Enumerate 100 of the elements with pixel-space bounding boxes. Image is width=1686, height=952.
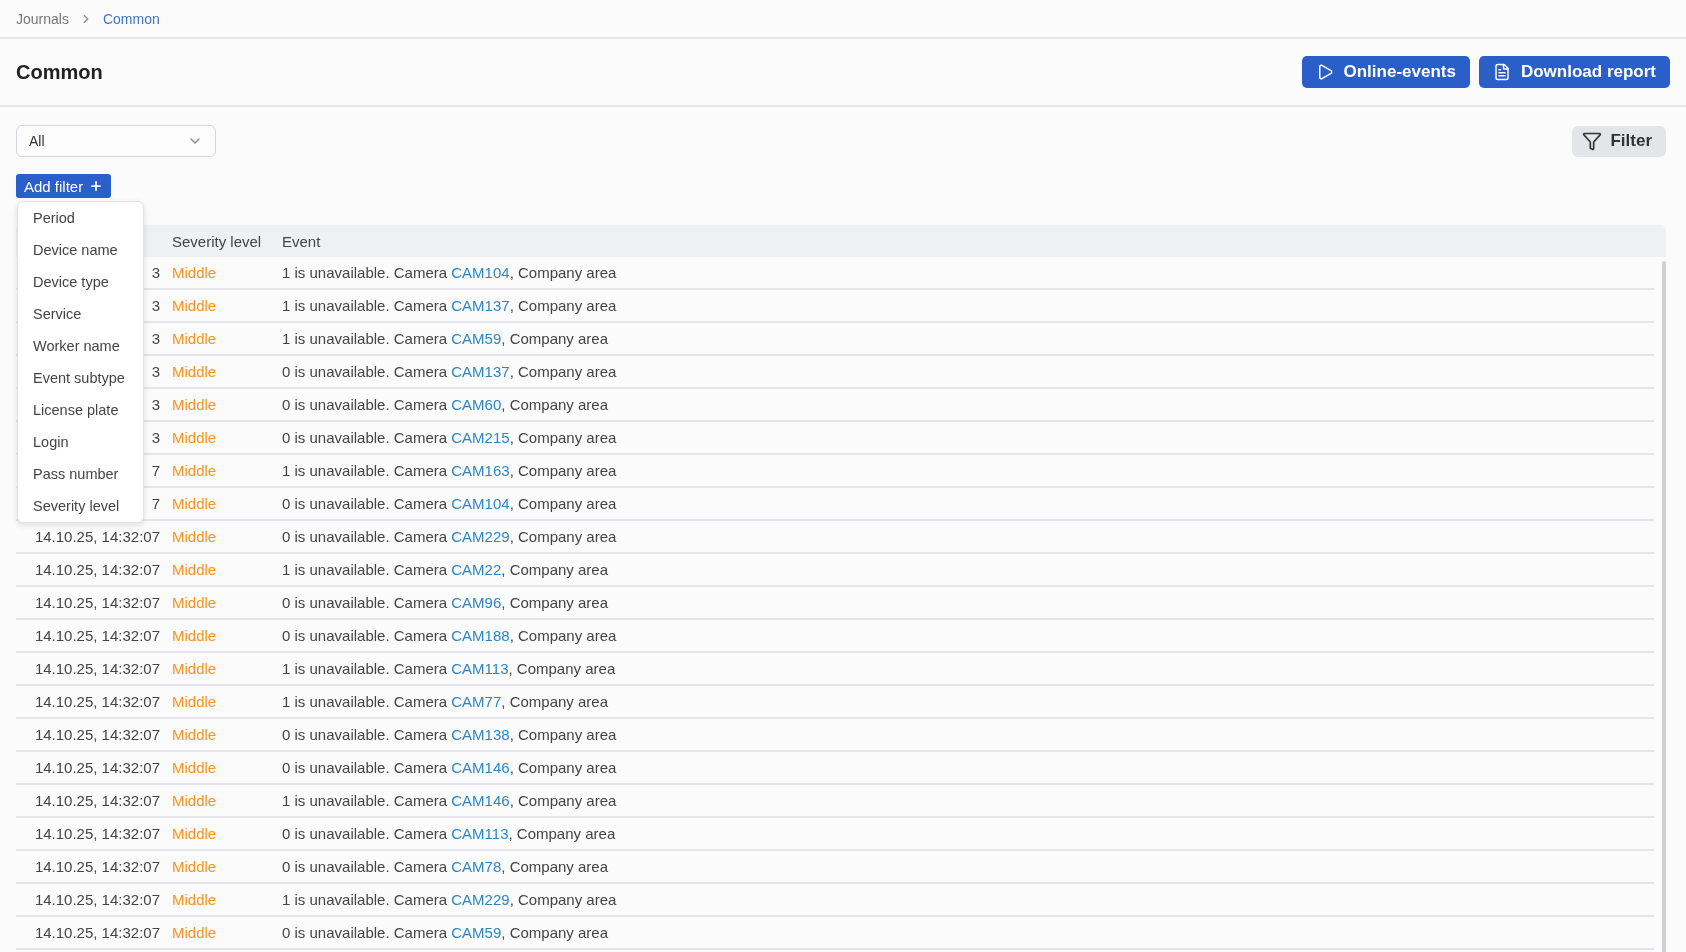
severity-cell-text: Middle: [172, 726, 218, 743]
scrollbar[interactable]: [1662, 261, 1666, 952]
filter-button[interactable]: Filter: [1572, 125, 1666, 157]
event-text: 0 is unavailable. Camera CAM215, Company area: [282, 429, 618, 446]
event-text: 1 is unavailable. Camera CAM59, Company area: [282, 330, 610, 347]
camera-link[interactable]: CAM113: [451, 825, 509, 842]
event-text: 0 is unavailable. Camera CAM104, Company area: [282, 495, 618, 512]
menu-item[interactable]: Period: [18, 202, 143, 234]
event-text: 0 is unavailable. Camera CAM146, Company area: [282, 759, 618, 776]
breadcrumb-link[interactable]: Common: [102, 10, 160, 27]
severity-cell-text: Middle: [172, 891, 218, 908]
event-text: 1 is unavailable. Camera CAM229, Company area: [282, 891, 618, 908]
severity-cell-text: Middle: [172, 561, 218, 578]
severity-cell-text: Middle: [172, 264, 218, 281]
date-cell: 3: [151, 264, 160, 281]
menu-item[interactable]: Device type: [18, 266, 143, 298]
camera-link[interactable]: CAM137: [451, 297, 510, 314]
date-cell: 7: [151, 495, 160, 512]
event-text: 0 is unavailable. Camera CAM188, Company area: [282, 627, 618, 644]
event-text: 1 is unavailable. Camera CAM22, Company area: [282, 561, 610, 578]
filter-icon: [1582, 131, 1603, 151]
menu-item[interactable]: Event subtype: [18, 362, 143, 394]
date-cell: 14.10.25, 14:32:07: [34, 627, 160, 644]
date-cell: 3: [151, 429, 160, 446]
camera-link[interactable]: CAM146: [451, 792, 510, 809]
menu-item[interactable]: License plate: [18, 394, 143, 426]
menu-item[interactable]: Severity level: [18, 490, 143, 522]
camera-link[interactable]: CAM229: [451, 891, 510, 908]
event-text: 1 is unavailable. Camera CAM146, Company area: [282, 792, 618, 809]
add-filter-button[interactable]: Add filter: [16, 174, 112, 198]
event-text: 1 is unavailable. Camera CAM77, Company area: [282, 693, 610, 710]
date-cell: 3: [151, 396, 160, 413]
event-text: 1 is unavailable. Camera CAM137, Company area: [282, 297, 618, 314]
camera-link[interactable]: CAM138: [451, 726, 510, 743]
camera-link[interactable]: CAM215: [451, 429, 510, 446]
severity-cell-text: Middle: [172, 759, 218, 776]
date-cell: 7: [151, 462, 160, 479]
severity-cell-text: Middle: [172, 462, 218, 479]
date-cell: 14.10.25, 14:32:07: [34, 561, 160, 578]
severity-cell-text: Middle: [172, 627, 218, 644]
camera-link[interactable]: CAM146: [451, 759, 510, 776]
date-cell: 14.10.25, 14:32:07: [34, 528, 160, 545]
severity-cell-text: Middle: [172, 594, 218, 611]
event-text: 0 is unavailable. Camera CAM138, Company area: [282, 726, 618, 743]
breadcrumb-link[interactable]: Journals: [16, 10, 69, 27]
severity-cell-text: Middle: [172, 693, 218, 710]
severity-cell-text: Middle: [172, 297, 218, 314]
date-cell: 14.10.25, 14:32:07: [34, 693, 160, 710]
event-text: 0 is unavailable. Camera CAM229, Company area: [282, 528, 618, 545]
column-header: Severity level: [172, 232, 263, 250]
severity-cell-text: Middle: [172, 396, 218, 413]
type-select[interactable]: All: [16, 125, 216, 157]
date-cell: 14.10.25, 14:32:07: [34, 924, 160, 941]
event-text: 1 is unavailable. Camera CAM113, Company area: [282, 660, 617, 677]
event-text: 1 is unavailable. Camera CAM163, Company area: [282, 462, 618, 479]
date-cell: 14.10.25, 14:32:07: [34, 726, 160, 743]
camera-link[interactable]: CAM113: [451, 660, 509, 677]
menu-item[interactable]: Pass number: [18, 458, 143, 490]
camera-link[interactable]: CAM188: [451, 627, 510, 644]
severity-cell-text: Middle: [172, 363, 218, 380]
event-text: 0 is unavailable. Camera CAM113, Company area: [282, 825, 617, 842]
online-events-button[interactable]: Online-events: [1301, 56, 1470, 88]
camera-link[interactable]: CAM104: [451, 495, 510, 512]
severity-cell-text: Middle: [172, 924, 218, 941]
event-text: 0 is unavailable. Camera CAM96, Company area: [282, 594, 610, 611]
date-cell: 3: [151, 297, 160, 314]
column-header: Event: [282, 232, 322, 250]
event-text: 1 is unavailable. Camera CAM104, Company area: [282, 264, 618, 281]
severity-cell-text: Middle: [172, 858, 218, 875]
menu-item[interactable]: Service: [18, 298, 143, 330]
document-icon: [1492, 63, 1511, 81]
severity-cell-text: Middle: [172, 660, 218, 677]
severity-cell-text: Middle: [172, 429, 218, 446]
date-cell: 3: [151, 330, 160, 347]
plus-icon: [89, 179, 104, 193]
severity-cell-text: Middle: [172, 792, 218, 809]
severity-cell-text: Middle: [172, 825, 218, 842]
date-cell: 14.10.25, 14:32:07: [34, 858, 160, 875]
camera-link[interactable]: CAM104: [451, 264, 510, 281]
menu-item[interactable]: Login: [18, 426, 143, 458]
date-cell: 14.10.25, 14:32:07: [34, 792, 160, 809]
camera-link[interactable]: CAM163: [451, 462, 510, 479]
download-report-button[interactable]: Download report: [1478, 56, 1670, 88]
event-text: 0 is unavailable. Camera CAM60, Company area: [282, 396, 610, 413]
event-text: 0 is unavailable. Camera CAM78, Company area: [282, 858, 610, 875]
severity-cell-text: Middle: [172, 330, 218, 347]
event-text: 0 is unavailable. Camera CAM137, Company area: [282, 363, 618, 380]
date-cell: 14.10.25, 14:32:07: [34, 660, 160, 677]
date-cell: 14.10.25, 14:32:07: [34, 891, 160, 908]
event-text: 0 is unavailable. Camera CAM59, Company area: [282, 924, 610, 941]
camera-link[interactable]: CAM77: [451, 693, 502, 710]
camera-link[interactable]: CAM137: [451, 363, 510, 380]
date-cell: 14.10.25, 14:32:07: [34, 759, 160, 776]
date-cell: 3: [151, 363, 160, 380]
menu-item[interactable]: Worker name: [18, 330, 143, 362]
date-cell: 14.10.25, 14:32:07: [34, 825, 160, 842]
page-title: Common: [16, 60, 103, 84]
camera-link[interactable]: CAM229: [451, 528, 510, 545]
severity-cell-text: Middle: [172, 495, 218, 512]
menu-item[interactable]: Device name: [18, 234, 143, 266]
